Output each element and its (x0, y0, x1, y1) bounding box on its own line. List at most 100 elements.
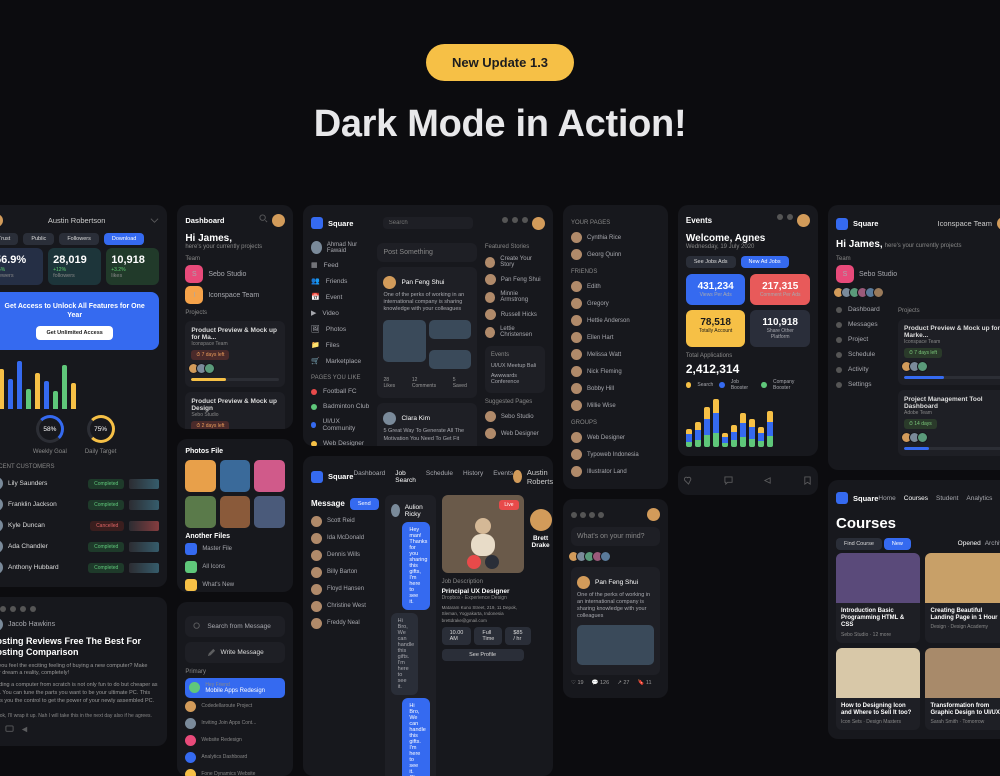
nav-messages[interactable]: Messages (836, 317, 892, 332)
thread-item[interactable]: Fone Dynamics Website (185, 766, 285, 776)
friend-item[interactable]: Ellen Hart (571, 329, 660, 346)
avatar[interactable] (0, 214, 3, 227)
nav-project[interactable]: Project (836, 332, 892, 347)
team-item[interactable]: Sebo Studio (208, 271, 246, 278)
contact-item[interactable]: Freddy Neal (311, 615, 379, 632)
saved-count[interactable]: 5 Saved (453, 377, 471, 389)
friend-item[interactable]: Hettie Anderson (571, 312, 660, 329)
compose-box[interactable]: What's on your mind? (571, 527, 660, 546)
nav-schedule[interactable]: Schedule (426, 470, 453, 484)
course-card[interactable]: Creating Beautiful Landing Page in 1 Hou… (925, 553, 1000, 643)
nav-courses[interactable]: Courses (904, 495, 928, 502)
comment-icon[interactable] (5, 725, 14, 734)
call-end-icon[interactable] (467, 555, 481, 569)
contact-item[interactable]: Scott Reid (311, 513, 379, 530)
customer-row[interactable]: Lily SaundersCompleted (0, 473, 159, 494)
story-item[interactable]: Create Your Story (485, 253, 545, 271)
see-jobs-button[interactable]: See Jobs Ads (686, 256, 736, 268)
likes-count[interactable]: 28 Likes (383, 377, 401, 389)
nav-activity[interactable]: Activity (836, 362, 892, 377)
nav-friends[interactable]: 👥Friends (311, 273, 369, 289)
event-item[interactable]: UI/UX Meetup Bali (491, 361, 539, 371)
thread-item[interactable]: Codedellaroute Project (185, 698, 285, 715)
story-item[interactable]: Pan Feng Shui (485, 271, 545, 288)
avatar[interactable] (532, 217, 545, 230)
friend-item[interactable]: Melissa Watt (571, 346, 660, 363)
photo-thumb[interactable] (220, 496, 251, 528)
tab-opened[interactable]: Opened (958, 540, 981, 547)
file-item[interactable]: What's New (185, 576, 285, 592)
comments-count[interactable]: 12 Comments (412, 377, 443, 389)
write-message-button[interactable]: Write Message (221, 649, 264, 656)
thread-item[interactable]: Hey FriendMobile Apps Redesign (185, 678, 285, 698)
course-card[interactable]: Transformation from Graphic Design to UI… (925, 648, 1000, 730)
photo-thumb[interactable] (220, 460, 251, 492)
nav-job-search[interactable]: Job Search (395, 470, 416, 484)
search-icon[interactable] (193, 622, 202, 631)
chat-icon[interactable] (724, 476, 733, 485)
new-ad-button[interactable]: New Ad Jobs (741, 256, 789, 268)
thread-item[interactable]: Analytics Dashboard (185, 749, 285, 766)
avatar[interactable] (272, 214, 285, 227)
contact-item[interactable]: Christine West (311, 598, 379, 615)
customer-row[interactable]: Kyle DuncanCancelled (0, 515, 159, 536)
customer-row[interactable]: Anthony HubbardCompleted (0, 557, 159, 578)
customer-row[interactable]: Ada ChandlerCompleted (0, 536, 159, 557)
download-button[interactable]: Download (104, 233, 144, 245)
course-card[interactable]: How to Designing Icon and Where to Sell … (836, 648, 921, 730)
fav-page[interactable]: Web Designer (311, 436, 369, 446)
project-card[interactable]: Product Preview & Mock up for Marke...Ic… (898, 319, 1000, 385)
suggested-page[interactable]: Sebo Studio (485, 408, 545, 425)
avatar[interactable] (647, 508, 660, 521)
nav-marketplace[interactable]: 🛒Marketplace (311, 353, 369, 369)
friend-item[interactable]: Millie Wise (571, 397, 660, 414)
nav-event[interactable]: 📅Event (311, 289, 369, 305)
cta-button[interactable]: Get Unlimited Access (36, 326, 112, 340)
group-item[interactable]: Typoweb Indonesia (571, 446, 660, 463)
nav-photos[interactable]: 🖼Photos (311, 321, 369, 337)
photo-thumb[interactable] (254, 496, 285, 528)
send-button[interactable]: Send (350, 498, 379, 510)
nav-feed[interactable]: ▦Feed (311, 257, 369, 273)
suggested-page[interactable]: Web Designer (485, 425, 545, 442)
share-icon[interactable] (763, 476, 772, 485)
nav-history[interactable]: History (463, 470, 483, 484)
chevron-down-icon[interactable] (150, 216, 159, 225)
file-item[interactable]: All Icons (185, 558, 285, 576)
friend-item[interactable]: Bobby Hill (571, 380, 660, 397)
story-item[interactable]: Minnie Armstrong (485, 288, 545, 306)
filter-pill[interactable]: Followers (59, 233, 99, 245)
page-item[interactable]: Georg Quinn (587, 252, 621, 258)
page-item[interactable]: Cynthia Rice (587, 235, 621, 241)
pencil-icon[interactable] (207, 648, 216, 657)
fav-page[interactable]: Badminton Club (311, 399, 369, 414)
bookmark-icon[interactable] (803, 476, 812, 485)
compose-box[interactable]: Post Something (377, 243, 476, 262)
project-card[interactable]: Project Management Tool DashboardAdobe T… (898, 390, 1000, 456)
contact-item[interactable]: Billy Barton (311, 564, 379, 581)
fav-page[interactable]: Football FC (311, 384, 369, 399)
heart-icon[interactable] (684, 476, 693, 485)
team-item[interactable]: Sebo Studio (859, 271, 897, 278)
find-course-button[interactable]: Find Course (836, 538, 882, 550)
nav-schedule[interactable]: Schedule (836, 347, 892, 362)
profile-name[interactable]: Ahmad Nur Fawaid (327, 242, 370, 254)
course-card[interactable]: Introduction Basic Programming HTML & CS… (836, 553, 921, 643)
customer-row[interactable]: Franklin JacksonCompleted (0, 494, 159, 515)
nav-events[interactable]: Events (493, 470, 513, 484)
story-item[interactable]: Russell Hicks (485, 306, 545, 323)
friend-item[interactable]: Edith (571, 278, 660, 295)
nav-files[interactable]: 📁Files (311, 337, 369, 353)
thread-item[interactable]: Inviting Join Apps Cont... (185, 715, 285, 732)
contact-item[interactable]: Dennis Wills (311, 547, 379, 564)
contact-item[interactable]: Ida McDonald (311, 530, 379, 547)
group-item[interactable]: Illustrator Land (571, 463, 660, 480)
search-placeholder[interactable]: Search from Message (207, 623, 271, 630)
contact-item[interactable]: Floyd Hansen (311, 581, 379, 598)
nav-video[interactable]: ▶Video (311, 305, 369, 321)
photo-thumb[interactable] (185, 460, 216, 492)
team-item[interactable]: Iconspace Team (208, 292, 259, 299)
nav-home[interactable]: Home (878, 495, 895, 502)
friend-item[interactable]: Gregory (571, 295, 660, 312)
project-card[interactable]: Product Preview & Mock up DesignSebo Stu… (185, 392, 285, 429)
